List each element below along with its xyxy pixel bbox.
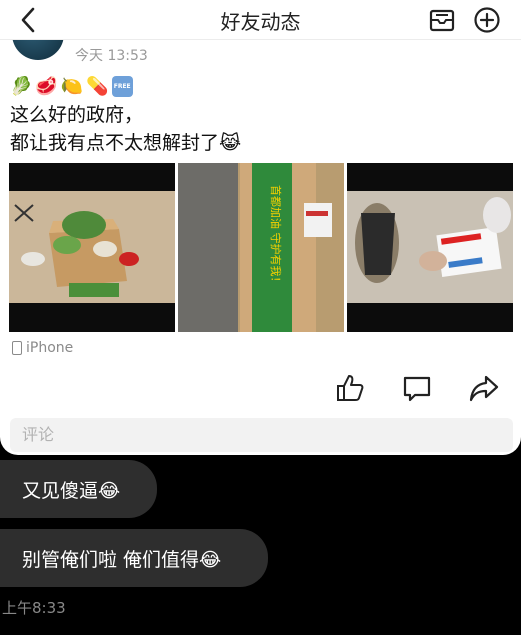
photo-green-banner[interactable]: 首都加油 守护有我！ xyxy=(178,163,344,332)
photo-grid: 首都加油 守护有我！ xyxy=(9,163,513,332)
comment-icon[interactable] xyxy=(401,372,433,404)
share-icon[interactable] xyxy=(468,372,500,404)
pill-emoji: 💊 xyxy=(86,76,109,97)
leafy-greens-emoji: 🥬 xyxy=(10,76,33,97)
phone-icon xyxy=(12,341,22,355)
meat-emoji: 🥩 xyxy=(35,76,58,97)
chat-bubble-2[interactable]: 别管俺们啦 俺们值得😂 xyxy=(0,529,268,587)
photo-medicine-box[interactable] xyxy=(347,163,513,332)
comment-box[interactable] xyxy=(10,418,513,452)
moments-post-card: 今天 13:53 好友动态 🥬 🥩 🍋 💊 FREE 这么好的政府， 都让我有点… xyxy=(0,0,521,455)
top-nav-bar: 好友动态 xyxy=(0,0,521,40)
chat-bubble-1[interactable]: 又见傻逼😂 xyxy=(0,460,157,518)
comment-input[interactable] xyxy=(10,418,513,451)
free-badge: FREE xyxy=(111,76,133,97)
like-icon[interactable] xyxy=(334,372,366,404)
photo-groceries-box[interactable] xyxy=(9,163,175,332)
post-time: 今天 13:53 xyxy=(75,48,148,64)
device-label: iPhone xyxy=(12,340,73,356)
post-text-line-2: 都让我有点不太想解封了😹 xyxy=(10,132,242,154)
device-name: iPhone xyxy=(26,340,74,356)
banner-text: 首都加油 守护有我！ xyxy=(269,185,283,288)
message-timestamp: 上午8:33 xyxy=(2,599,66,617)
post-text-line-1: 这么好的政府， xyxy=(10,104,144,126)
inbox-icon[interactable] xyxy=(428,6,456,34)
add-icon[interactable] xyxy=(472,5,502,35)
post-text: 这么好的政府， 都让我有点不太想解封了😹 xyxy=(10,101,241,157)
lemon-emoji: 🍋 xyxy=(60,76,84,97)
post-emoji-row: 🥬 🥩 🍋 💊 FREE xyxy=(10,76,133,98)
